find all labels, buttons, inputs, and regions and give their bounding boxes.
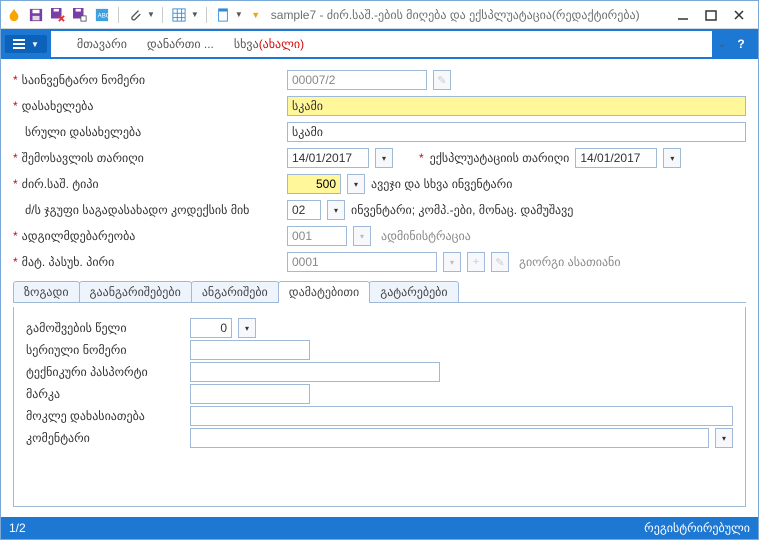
title-bar: ABC ▼ ▼ ▼ ▼ sample7 - ძირ.საშ.-ების მიღე… xyxy=(1,1,758,29)
save-new-icon[interactable] xyxy=(71,6,89,24)
type-desc: ავეჯი და სხვა ინვენტარი xyxy=(371,177,512,191)
chevron-down-icon[interactable]: ⌄ xyxy=(718,39,726,50)
input-comment[interactable] xyxy=(190,428,709,448)
label-comment: კომენტარი xyxy=(26,431,186,445)
maximize-button[interactable] xyxy=(702,6,720,24)
year-dropdown[interactable]: ▾ xyxy=(238,318,256,338)
abc-icon[interactable]: ABC xyxy=(93,6,111,24)
input-type-code[interactable] xyxy=(287,174,341,194)
close-button[interactable] xyxy=(730,6,748,24)
input-brand[interactable] xyxy=(190,384,310,404)
income-date-picker[interactable]: ▾ xyxy=(375,148,393,168)
input-full-name[interactable] xyxy=(287,122,746,142)
dropdown-marker-icon[interactable]: ▼ xyxy=(247,6,265,24)
input-tax-group-code[interactable] xyxy=(287,200,321,220)
tab-additional[interactable]: დამატებითი xyxy=(278,281,370,302)
tab-moves[interactable]: გატარებები xyxy=(369,281,458,302)
input-resp-code xyxy=(287,252,437,272)
input-location-code xyxy=(287,226,347,246)
status-bar: 1/2 რეგისტრირებული xyxy=(1,517,758,539)
tax-group-desc: ინვენტარი; კომპ.-ები, მონაც. დამუშავე xyxy=(351,203,573,217)
menu-anchor-button[interactable]: ▼ xyxy=(5,35,47,53)
menu-main[interactable]: მთავარი xyxy=(77,37,127,51)
label-passport: ტექნიკური პასპორტი xyxy=(26,365,186,379)
minimize-button[interactable] xyxy=(674,6,692,24)
menu-attach[interactable]: დანართი ... xyxy=(147,37,214,51)
help-button[interactable]: ? xyxy=(732,35,750,53)
label-brand: მარკა xyxy=(26,387,186,401)
location-dropdown: ▾ xyxy=(353,226,371,246)
input-passport[interactable] xyxy=(190,362,440,382)
exploit-date-picker[interactable]: ▾ xyxy=(663,148,681,168)
grid-icon[interactable] xyxy=(170,6,188,24)
tab-additional-body: გამოშვების წელი ▾ სერიული ნომერი ტექნიკუ… xyxy=(13,307,746,507)
label-income-date: შემოსავლის თარიღი xyxy=(22,151,144,165)
label-inv-no: საინვენტარო ნომერი xyxy=(22,73,145,87)
tax-group-dropdown[interactable]: ▾ xyxy=(327,200,345,220)
resp-add-button: + xyxy=(467,252,485,272)
label-type: ძირ.საშ. ტიპი xyxy=(22,177,99,191)
label-short: მოკლე დახასიათება xyxy=(26,409,186,423)
resp-desc: გიორგი ასათიანი xyxy=(519,255,621,269)
resp-dropdown: ▾ xyxy=(443,252,461,272)
comment-expand[interactable]: ▾ xyxy=(715,428,733,448)
input-exploit-date[interactable] xyxy=(575,148,657,168)
window-title: sample7 - ძირ.საშ.-ების მიღება და ექსპლუ… xyxy=(271,8,674,22)
tab-accounts[interactable]: ანგარიშები xyxy=(191,281,279,302)
type-dropdown[interactable]: ▾ xyxy=(347,174,365,194)
save-close-icon[interactable] xyxy=(49,6,67,24)
input-serial[interactable] xyxy=(190,340,310,360)
input-short[interactable] xyxy=(190,406,733,426)
edit-inv-no-button: ✎ xyxy=(433,70,451,90)
label-tax-group: ძ/ს ჯგუფი საგადასახადო კოდექსის მიხ xyxy=(25,203,249,217)
label-exploit-date: ექსპლუატაციის თარიღი xyxy=(430,151,570,165)
label-name: დასახელება xyxy=(22,99,94,113)
svg-text:ABC: ABC xyxy=(98,12,109,19)
input-income-date[interactable] xyxy=(287,148,369,168)
label-location: ადგილმდებარეობა xyxy=(22,229,136,243)
status-page: 1/2 xyxy=(9,521,26,535)
label-serial: სერიული ნომერი xyxy=(26,343,186,357)
location-desc: ადმინისტრაცია xyxy=(381,229,471,243)
app-icon xyxy=(5,6,23,24)
status-state: რეგისტრირებული xyxy=(644,521,750,535)
input-year[interactable] xyxy=(190,318,232,338)
input-name[interactable] xyxy=(287,96,746,116)
menu-bar: ▼ მთავარი დანართი ... სხვა(ახალი) ⌄ ? xyxy=(1,29,758,59)
tab-strip: ზოგადი გაანგარიშებები ანგარიშები დამატებ… xyxy=(13,281,746,303)
page-icon[interactable] xyxy=(214,6,232,24)
resp-edit-button: ✎ xyxy=(491,252,509,272)
save-icon[interactable] xyxy=(27,6,45,24)
label-full-name: სრული დასახელება xyxy=(25,125,141,139)
label-year: გამოშვების წელი xyxy=(26,321,186,335)
menu-other[interactable]: სხვა(ახალი) xyxy=(234,37,304,51)
label-resp-person: მატ. პასუხ. პირი xyxy=(22,255,115,269)
tab-accountings[interactable]: გაანგარიშებები xyxy=(79,281,192,302)
input-inv-no xyxy=(287,70,427,90)
tab-general[interactable]: ზოგადი xyxy=(13,281,80,302)
attach-icon[interactable] xyxy=(126,6,144,24)
